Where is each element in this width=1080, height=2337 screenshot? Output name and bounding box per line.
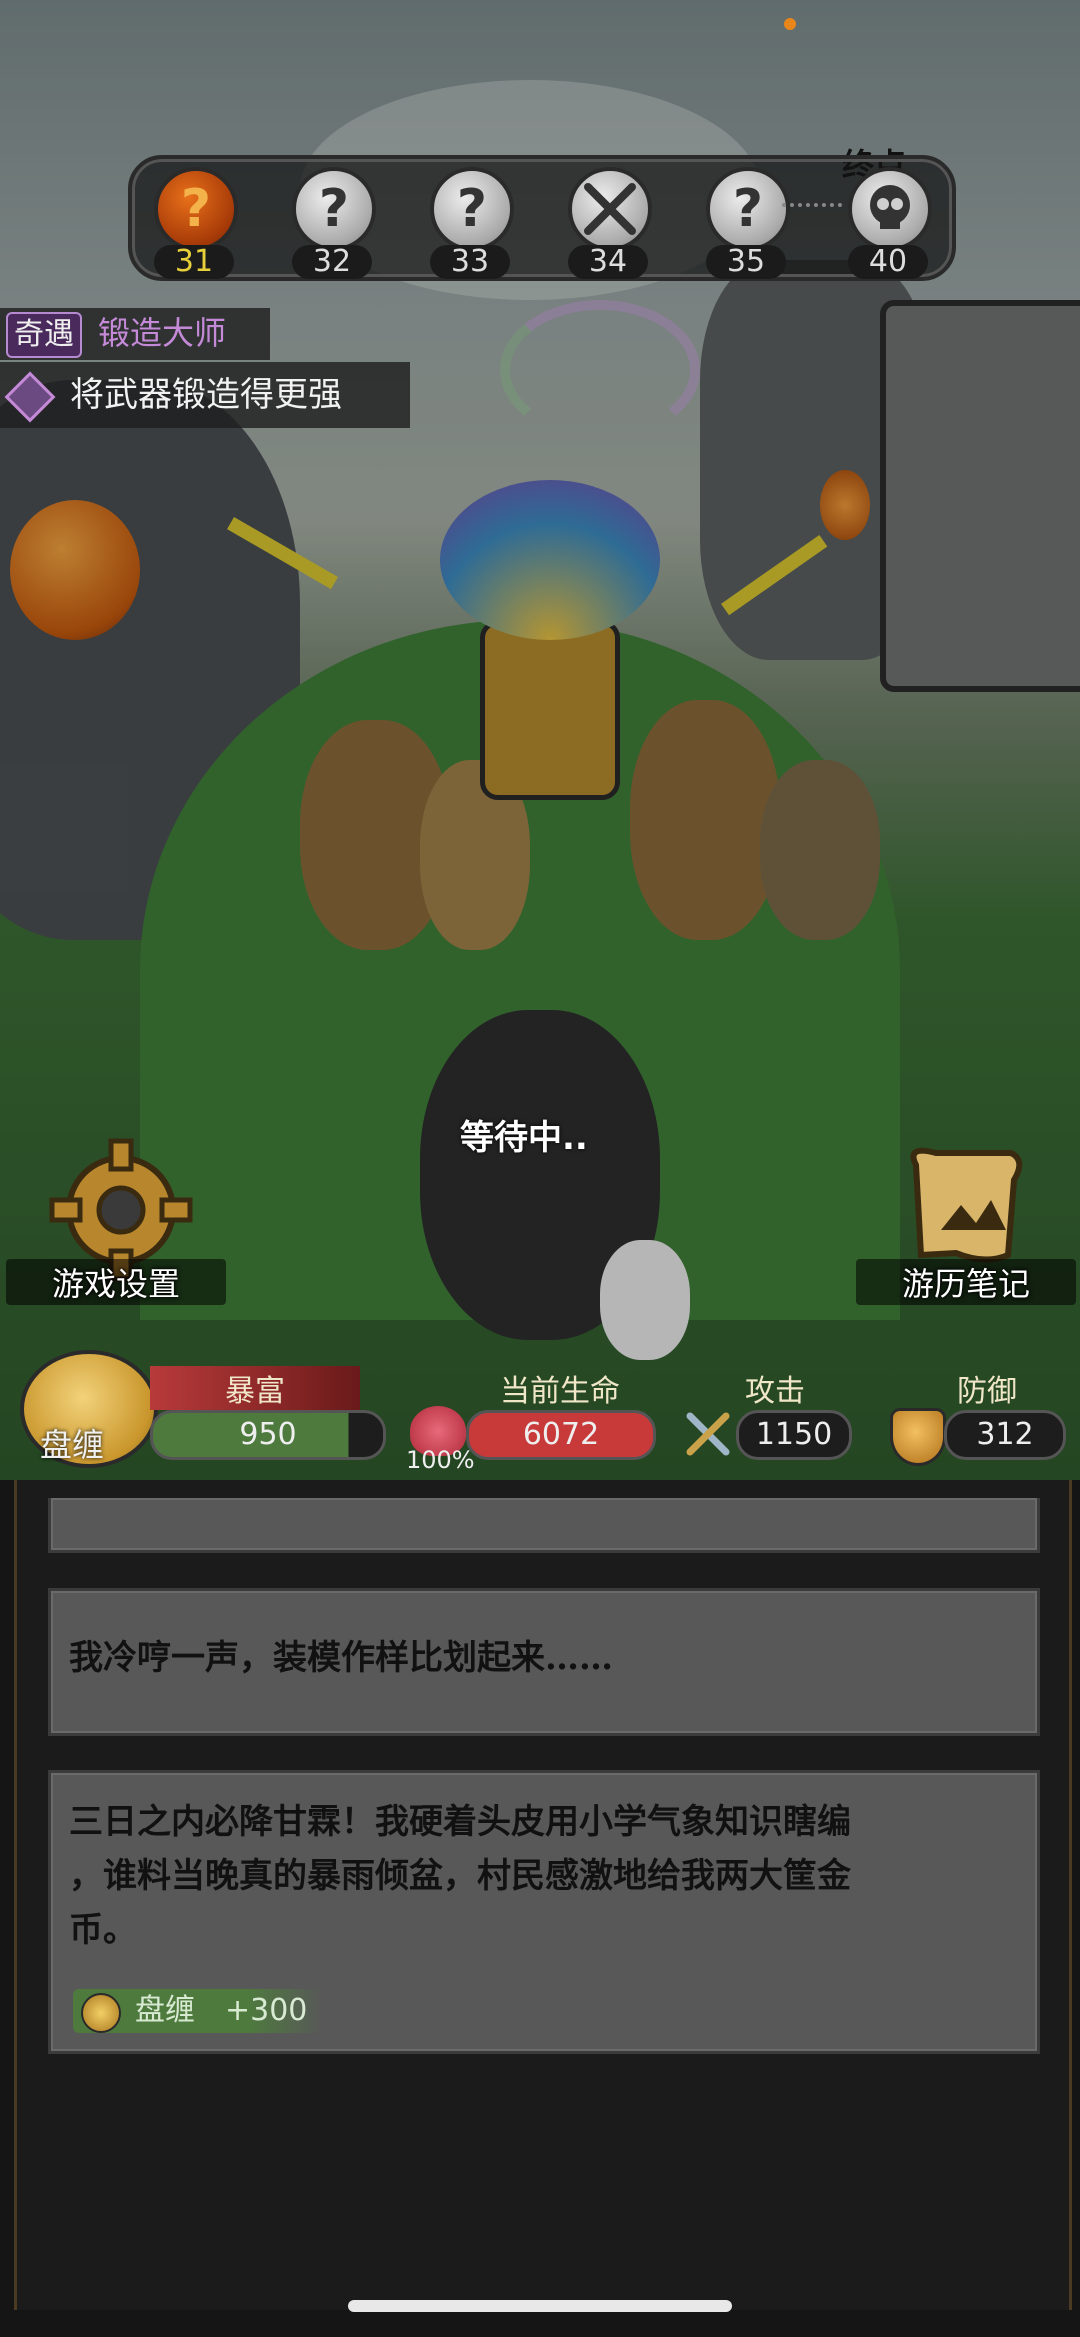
home-indicator[interactable] [348, 2300, 732, 2312]
settings-label: 游戏设置 [6, 1259, 226, 1305]
def-title: 防御 [957, 1374, 1017, 1409]
question-icon: ? [430, 167, 514, 251]
stage-progress-bar: ? 31 ? 32 ? 33 34 ? 35 40 [128, 155, 956, 281]
log-entry-text: 币。 [69, 1910, 137, 1950]
crossed-swords-icon [568, 167, 652, 251]
reward-name: 盘缠 [135, 1993, 195, 2028]
stage-node-32[interactable]: ? 32 [290, 167, 376, 279]
diamond-icon [4, 371, 56, 423]
reward-chip: 盘缠 +300 [73, 1989, 323, 2033]
stage-node-40[interactable]: 40 [846, 167, 932, 279]
question-icon: ? [292, 167, 376, 251]
skull-icon [870, 185, 910, 229]
scroll-map-icon [910, 1147, 1023, 1263]
coin-icon [81, 1993, 121, 2033]
hp-percent: 100% [406, 1446, 475, 1474]
settings-button[interactable]: 游戏设置 [6, 1135, 226, 1305]
stage-node-31[interactable]: ? 31 [152, 167, 238, 279]
sword-icon [686, 1412, 730, 1456]
waiting-indicator: 等待中.. [460, 1118, 588, 1158]
stage-number: 35 [706, 245, 786, 279]
skull-icon [848, 167, 932, 251]
status-dot [784, 18, 796, 30]
stage-number: 40 [848, 245, 928, 279]
coins-value: 950 [150, 1410, 386, 1460]
log-entry-text: ，谁料当晚真的暴雨倾盆，村民感激地给我两大筐金 [69, 1856, 851, 1896]
stage-number: 33 [430, 245, 510, 279]
journal-button[interactable]: 游历笔记 [856, 1135, 1076, 1305]
event-title: 锻造大师 [98, 314, 227, 352]
log-entry-text: 我冷哼一声，装模作样比划起来…… [69, 1638, 613, 1678]
atk-value: 1150 [736, 1410, 852, 1460]
coin-name: 盘缠 [40, 1426, 105, 1464]
sword-icon [682, 1408, 734, 1460]
atk-title: 攻击 [745, 1374, 805, 1409]
stage-node-35[interactable]: ? 35 [704, 167, 790, 279]
dotted-connector [782, 203, 842, 207]
log-entry: 三日之内必降甘霖！我硬着头皮用小学气象知识瞎编 ，谁料当晚真的暴雨倾盆，村民感激… [48, 1770, 1040, 2054]
def-value: 312 [944, 1410, 1066, 1460]
event-tag: 奇遇 [6, 312, 82, 358]
event-title-row[interactable]: 奇遇 锻造大师 [0, 308, 270, 360]
stage-number: 32 [292, 245, 372, 279]
stage-node-33[interactable]: ? 33 [428, 167, 514, 279]
stage-node-34[interactable]: 34 [566, 167, 652, 279]
log-entry-text: 三日之内必降甘霖！我硬着头皮用小学气象知识瞎编 [69, 1802, 851, 1842]
event-goal-row[interactable]: 将武器锻造得更强 [0, 362, 410, 428]
stats-bar: 暴富 950 盘缠 当前生命 100% 6072 攻击 1150 防御 312 [0, 1350, 1080, 1480]
question-icon: ? [154, 167, 238, 251]
hp-title: 当前生命 [500, 1374, 620, 1409]
story-log[interactable]: 我冷哼一声，装模作样比划起来…… 三日之内必降甘霖！我硬着头皮用小学气象知识瞎编… [0, 1480, 1080, 2337]
question-icon: ? [706, 167, 790, 251]
reward-value: +300 [225, 1993, 308, 2028]
event-goal: 将武器锻造得更强 [70, 375, 342, 415]
journal-label: 游历笔记 [856, 1259, 1076, 1305]
log-entry-partial [48, 1498, 1040, 1553]
shield-icon [890, 1408, 946, 1466]
stage-number: 31 [154, 245, 234, 279]
stage-number: 34 [568, 245, 648, 279]
log-entry: 我冷哼一声，装模作样比划起来…… [48, 1588, 1040, 1736]
buff-title: 暴富 [225, 1374, 285, 1409]
crossed-swords-icon [584, 183, 636, 235]
hp-value: 6072 [466, 1410, 656, 1460]
